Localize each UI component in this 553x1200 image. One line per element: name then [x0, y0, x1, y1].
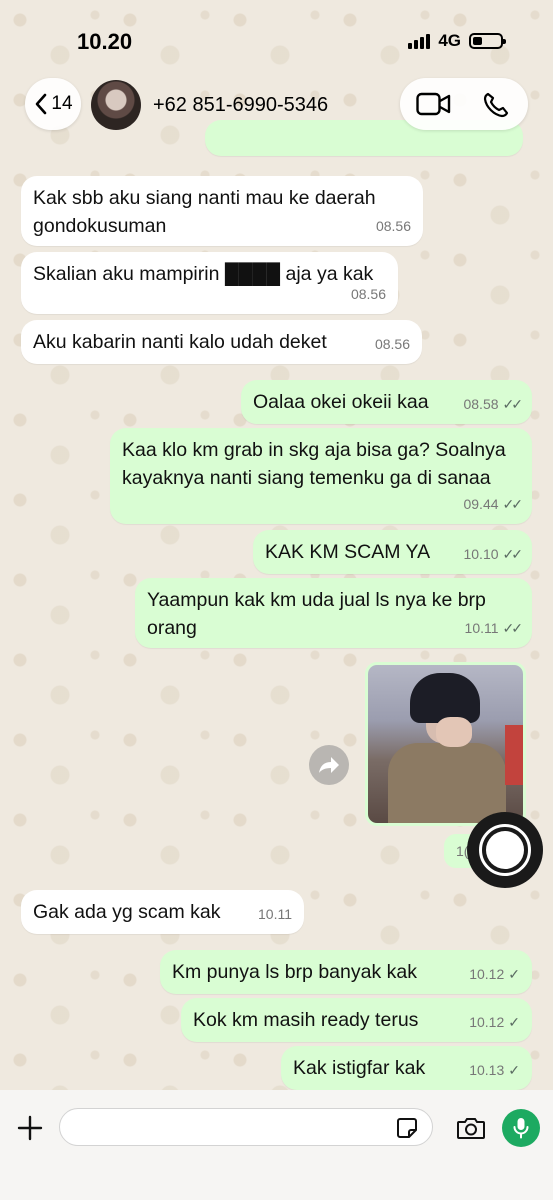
message-time: 10.11 — [258, 906, 292, 922]
message-text: Gak ada yg scam kak — [33, 901, 221, 923]
phone-icon — [483, 92, 509, 118]
message-input[interactable] — [59, 1108, 433, 1146]
back-button[interactable]: 14 — [25, 78, 81, 130]
plus-icon — [17, 1115, 43, 1141]
message-meta: 10.13 ✓ — [469, 1056, 520, 1084]
camera-icon — [457, 1118, 485, 1139]
message-meta: 08.56 — [375, 330, 410, 358]
message-meta: 10.10 ✓✓ — [463, 540, 524, 568]
voice-message-button[interactable] — [502, 1109, 540, 1147]
chevron-left-icon — [36, 93, 47, 115]
message-time: 10.11 — [464, 620, 499, 636]
message-bubble-outgoing[interactable]: Yaampun kak km uda jual ls nya ke brp or… — [135, 578, 532, 648]
read-receipt-icon: ✓✓ — [502, 496, 524, 512]
message-time: 10.10 — [463, 546, 499, 562]
voice-call-button[interactable] — [482, 91, 510, 124]
forward-button[interactable] — [309, 745, 349, 785]
sent-check-icon: ✓ — [508, 966, 520, 982]
message-meta: 08.58 ✓✓ — [463, 390, 524, 418]
message-bubble-outgoing[interactable]: KAK KM SCAM YA 10.10 ✓✓ — [253, 530, 532, 574]
battery-icon — [469, 33, 506, 49]
message-meta: 10.11 — [258, 900, 292, 928]
message-meta: 10.12 ✓ — [469, 1008, 520, 1036]
camera-button[interactable] — [456, 1116, 486, 1145]
message-text: Kak sbb aku siang nanti mau ke daerah go… — [33, 187, 376, 237]
message-text: Km punya ls brp banyak kak — [172, 961, 417, 983]
sent-check-icon: ✓ — [508, 1062, 520, 1078]
video-call-button[interactable] — [416, 92, 452, 121]
microphone-icon — [513, 1118, 529, 1139]
message-text: Yaampun kak km uda jual ls nya ke brp or… — [147, 589, 486, 639]
sent-check-icon: ✓ — [508, 1014, 520, 1030]
chat-header: 14 +62 851-6990-5346 — [0, 72, 553, 142]
message-meta: 10.11 ✓✓ — [464, 614, 524, 642]
read-receipt-icon: ✓✓ — [502, 396, 524, 412]
message-bubble-incoming[interactable]: Aku kabarin nanti kalo udah deket 08.56 — [21, 320, 422, 364]
message-time: 10.13 — [469, 1062, 505, 1078]
message-text: Skalian aku mampirin ████ aja ya kak — [33, 263, 374, 285]
message-text: Aku kabarin nanti kalo udah deket — [33, 331, 327, 353]
sticker-button[interactable] — [396, 1117, 418, 1144]
message-bubble-outgoing[interactable]: Kok km masih ready terus 10.12 ✓ — [181, 998, 532, 1042]
composer-bar — [0, 1090, 553, 1200]
status-bar: 10.20 4G — [0, 0, 553, 80]
message-meta: 08.56 — [376, 212, 411, 240]
forward-arrow-icon — [319, 757, 339, 773]
message-bubble-incoming[interactable]: Gak ada yg scam kak 10.11 — [21, 890, 304, 934]
signal-icon — [408, 33, 431, 49]
call-actions — [400, 78, 528, 130]
screen-record-button[interactable] — [467, 812, 543, 888]
message-bubble-outgoing[interactable]: Kaa klo km grab in skg aja bisa ga? Soal… — [110, 428, 532, 524]
attach-button[interactable] — [16, 1114, 44, 1147]
message-time: 08.56 — [374, 336, 410, 352]
contact-name[interactable]: +62 851-6990-5346 — [153, 94, 328, 117]
status-time: 10.20 — [77, 29, 133, 54]
network-label: 4G — [438, 31, 461, 50]
unread-count: 14 — [51, 93, 73, 114]
message-time: 10.12 — [469, 1014, 505, 1030]
sticker-icon — [397, 1118, 417, 1138]
message-time: 09.44 — [463, 496, 499, 512]
image-message[interactable] — [365, 662, 526, 826]
read-receipt-icon: ✓✓ — [502, 546, 524, 562]
message-bubble-incoming[interactable]: Skalian aku mampirin ████ aja ya kak 08.… — [21, 252, 398, 314]
message-meta: 09.44 ✓✓ — [463, 490, 524, 518]
message-time: 10.12 — [469, 966, 505, 982]
message-meta: 08.56 — [351, 280, 386, 308]
status-indicators: 4G — [408, 31, 506, 51]
message-time: 08.56 — [375, 218, 411, 234]
avatar[interactable] — [91, 80, 141, 130]
video-camera-icon — [416, 92, 451, 116]
message-bubble-outgoing[interactable]: Oalaa okei okeii kaa 08.58 ✓✓ — [241, 380, 532, 424]
photo-thumbnail[interactable] — [368, 665, 523, 823]
message-meta: 10.12 ✓ — [469, 960, 520, 988]
message-text: Kaa klo km grab in skg aja bisa ga? Soal… — [122, 439, 506, 489]
message-bubble-outgoing[interactable]: Kak istigfar kak 10.13 ✓ — [281, 1046, 532, 1090]
read-receipt-icon: ✓✓ — [502, 620, 524, 636]
message-bubble-incoming[interactable]: Kak sbb aku siang nanti mau ke daerah go… — [21, 176, 423, 246]
message-time: 08.56 — [350, 286, 386, 302]
message-bubble-outgoing[interactable]: Km punya ls brp banyak kak 10.12 ✓ — [160, 950, 532, 994]
message-time: 08.58 — [463, 396, 499, 412]
